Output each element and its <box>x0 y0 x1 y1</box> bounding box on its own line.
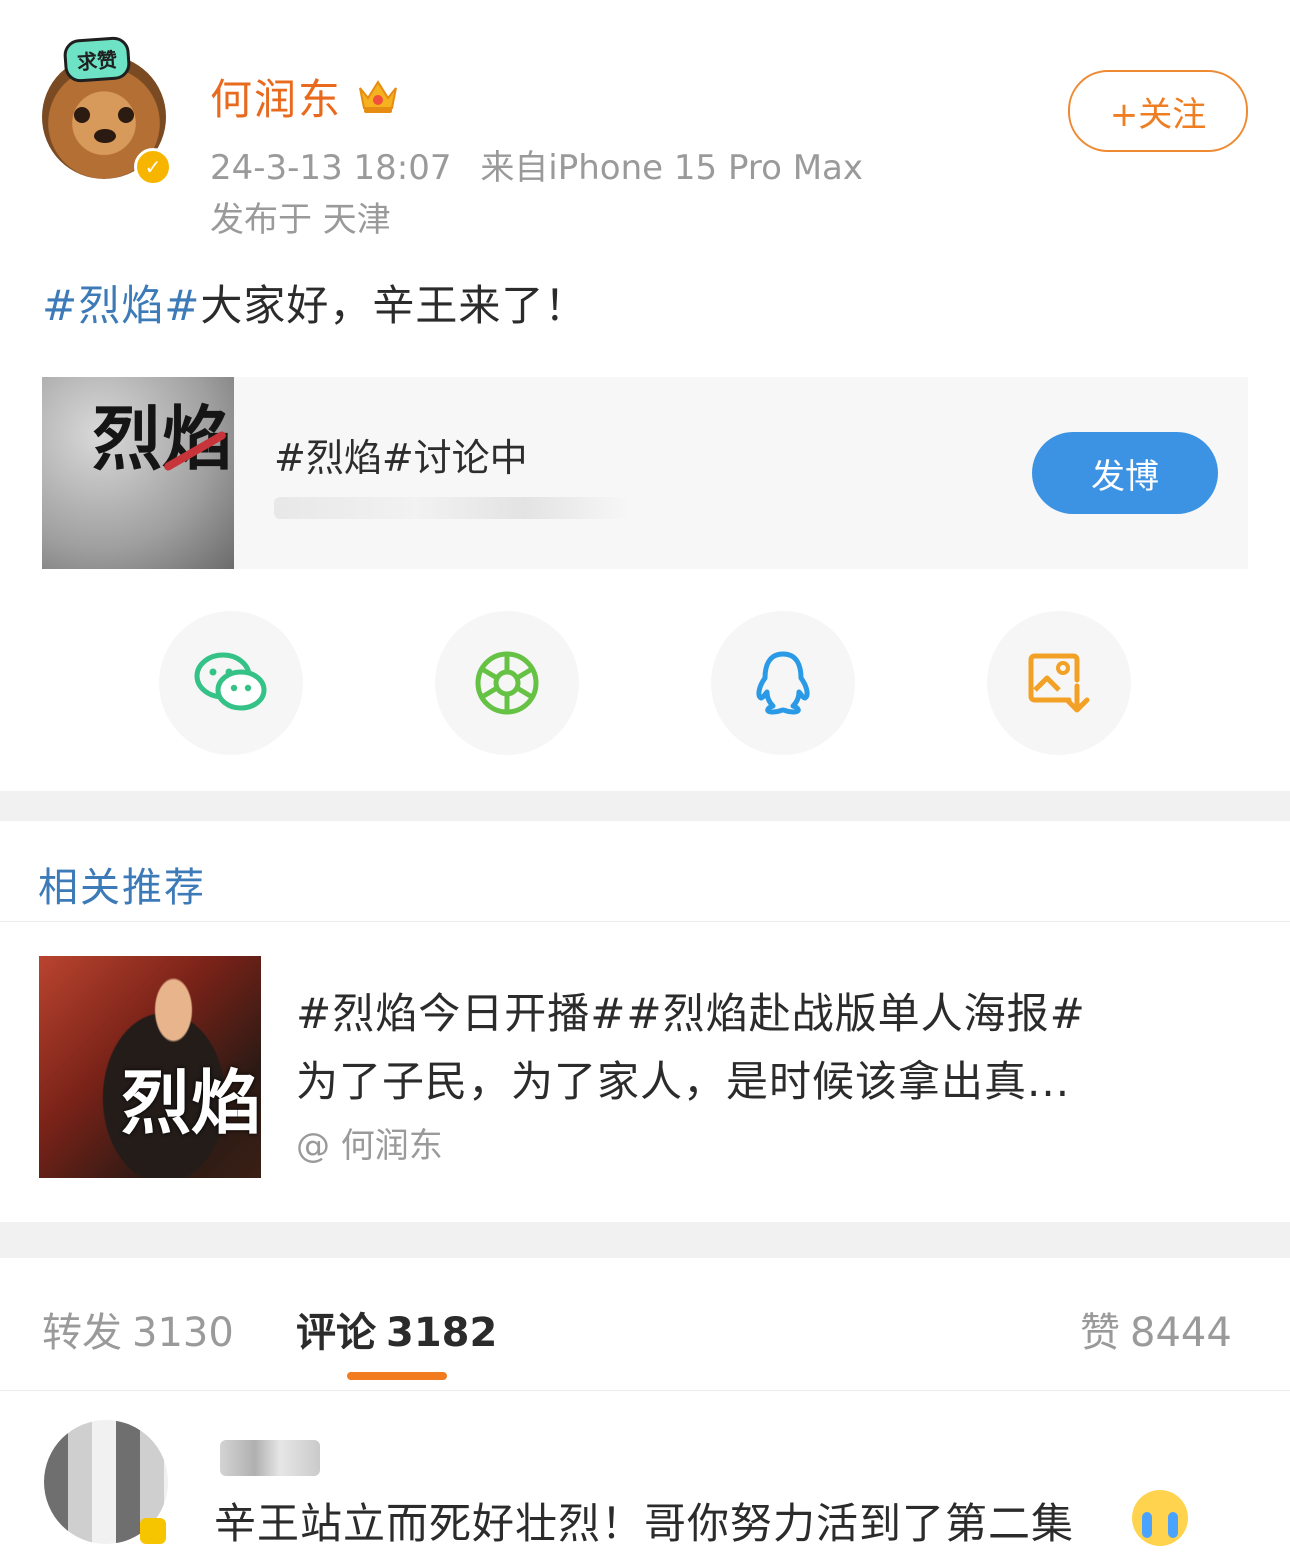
verified-icon: ✓ <box>134 148 172 186</box>
topic-title: #烈焰#讨论中 <box>274 436 528 480</box>
section-divider <box>0 1222 1290 1258</box>
section-divider <box>0 791 1290 821</box>
recommend-thumbnail[interactable]: 烈焰 <box>39 956 261 1178</box>
wechat-icon <box>194 652 267 711</box>
divider-line <box>0 921 1290 922</box>
tab-comments-count: 3182 <box>386 1310 498 1356</box>
post-location: 发布于 天津 <box>210 200 391 240</box>
save-image-button[interactable] <box>987 611 1131 755</box>
commenter-name-blurred[interactable] <box>220 1440 320 1476</box>
crying-emoji-icon <box>1132 1490 1188 1546</box>
recommend-item-line1[interactable]: #烈焰今日开播##烈焰赴战版单人海报# <box>296 980 1086 1041</box>
tab-likes-count: 8444 <box>1130 1310 1232 1356</box>
avatar-nose <box>94 129 116 143</box>
post-meta: 24-3-13 18:07 来自iPhone 15 Pro Max <box>210 140 863 189</box>
tab-likes[interactable]: 赞 8444 <box>1080 1300 1232 1358</box>
vip-badge-icon <box>140 1518 166 1544</box>
recommend-thumbnail-calligraphy: 烈焰 <box>121 1061 261 1144</box>
tab-likes-label: 赞 <box>1080 1310 1120 1356</box>
recommend-item-line2[interactable]: 为了子民，为了家人，是时候该拿出真... <box>296 1048 1070 1109</box>
recommend-section-title: 相关推荐 <box>38 865 206 911</box>
author-name[interactable]: 何润东 <box>210 66 342 127</box>
recommend-item-author[interactable]: @ 何润东 <box>296 1118 443 1167</box>
post-body: #烈焰#大家好，辛王来了！ <box>42 272 587 333</box>
comment-text: 辛王站立而死好壮烈！哥你努力活到了第二集 <box>214 1499 1075 1548</box>
qq-icon <box>756 651 810 715</box>
tab-comments-label: 评论 <box>296 1310 376 1356</box>
divider-line <box>0 1390 1290 1391</box>
post-source: 来自iPhone 15 Pro Max <box>480 148 863 188</box>
active-tab-indicator <box>347 1372 447 1380</box>
topic-thumbnail: 烈焰 <box>42 377 234 569</box>
tab-repost-label: 转发 <box>42 1310 122 1356</box>
post-text: 大家好，辛王来了！ <box>200 281 588 330</box>
avatar-eye <box>74 107 90 123</box>
tab-repost[interactable]: 转发 3130 <box>42 1300 234 1358</box>
follow-button[interactable]: +关注 <box>1068 70 1248 152</box>
avatar-eye <box>118 107 134 123</box>
topic-card[interactable]: 烈焰 #烈焰#讨论中 发博 <box>42 377 1248 569</box>
share-qq-button[interactable] <box>711 611 855 755</box>
topic-subtitle-blurred <box>274 497 630 519</box>
post-hashtag[interactable]: #烈焰# <box>42 281 200 330</box>
crown-icon <box>359 80 397 113</box>
tab-repost-count: 3130 <box>132 1310 234 1356</box>
share-wechat-button[interactable] <box>159 611 303 755</box>
save-image-icon <box>1028 653 1090 713</box>
moments-icon <box>475 651 539 715</box>
tab-comments[interactable]: 评论 3182 <box>296 1300 497 1358</box>
post-timestamp: 24-3-13 18:07 <box>210 148 452 188</box>
like-request-badge: 求赞 <box>62 35 132 84</box>
share-moments-button[interactable] <box>435 611 579 755</box>
post-button[interactable]: 发博 <box>1032 432 1218 514</box>
follow-label: +关注 <box>1109 94 1207 135</box>
